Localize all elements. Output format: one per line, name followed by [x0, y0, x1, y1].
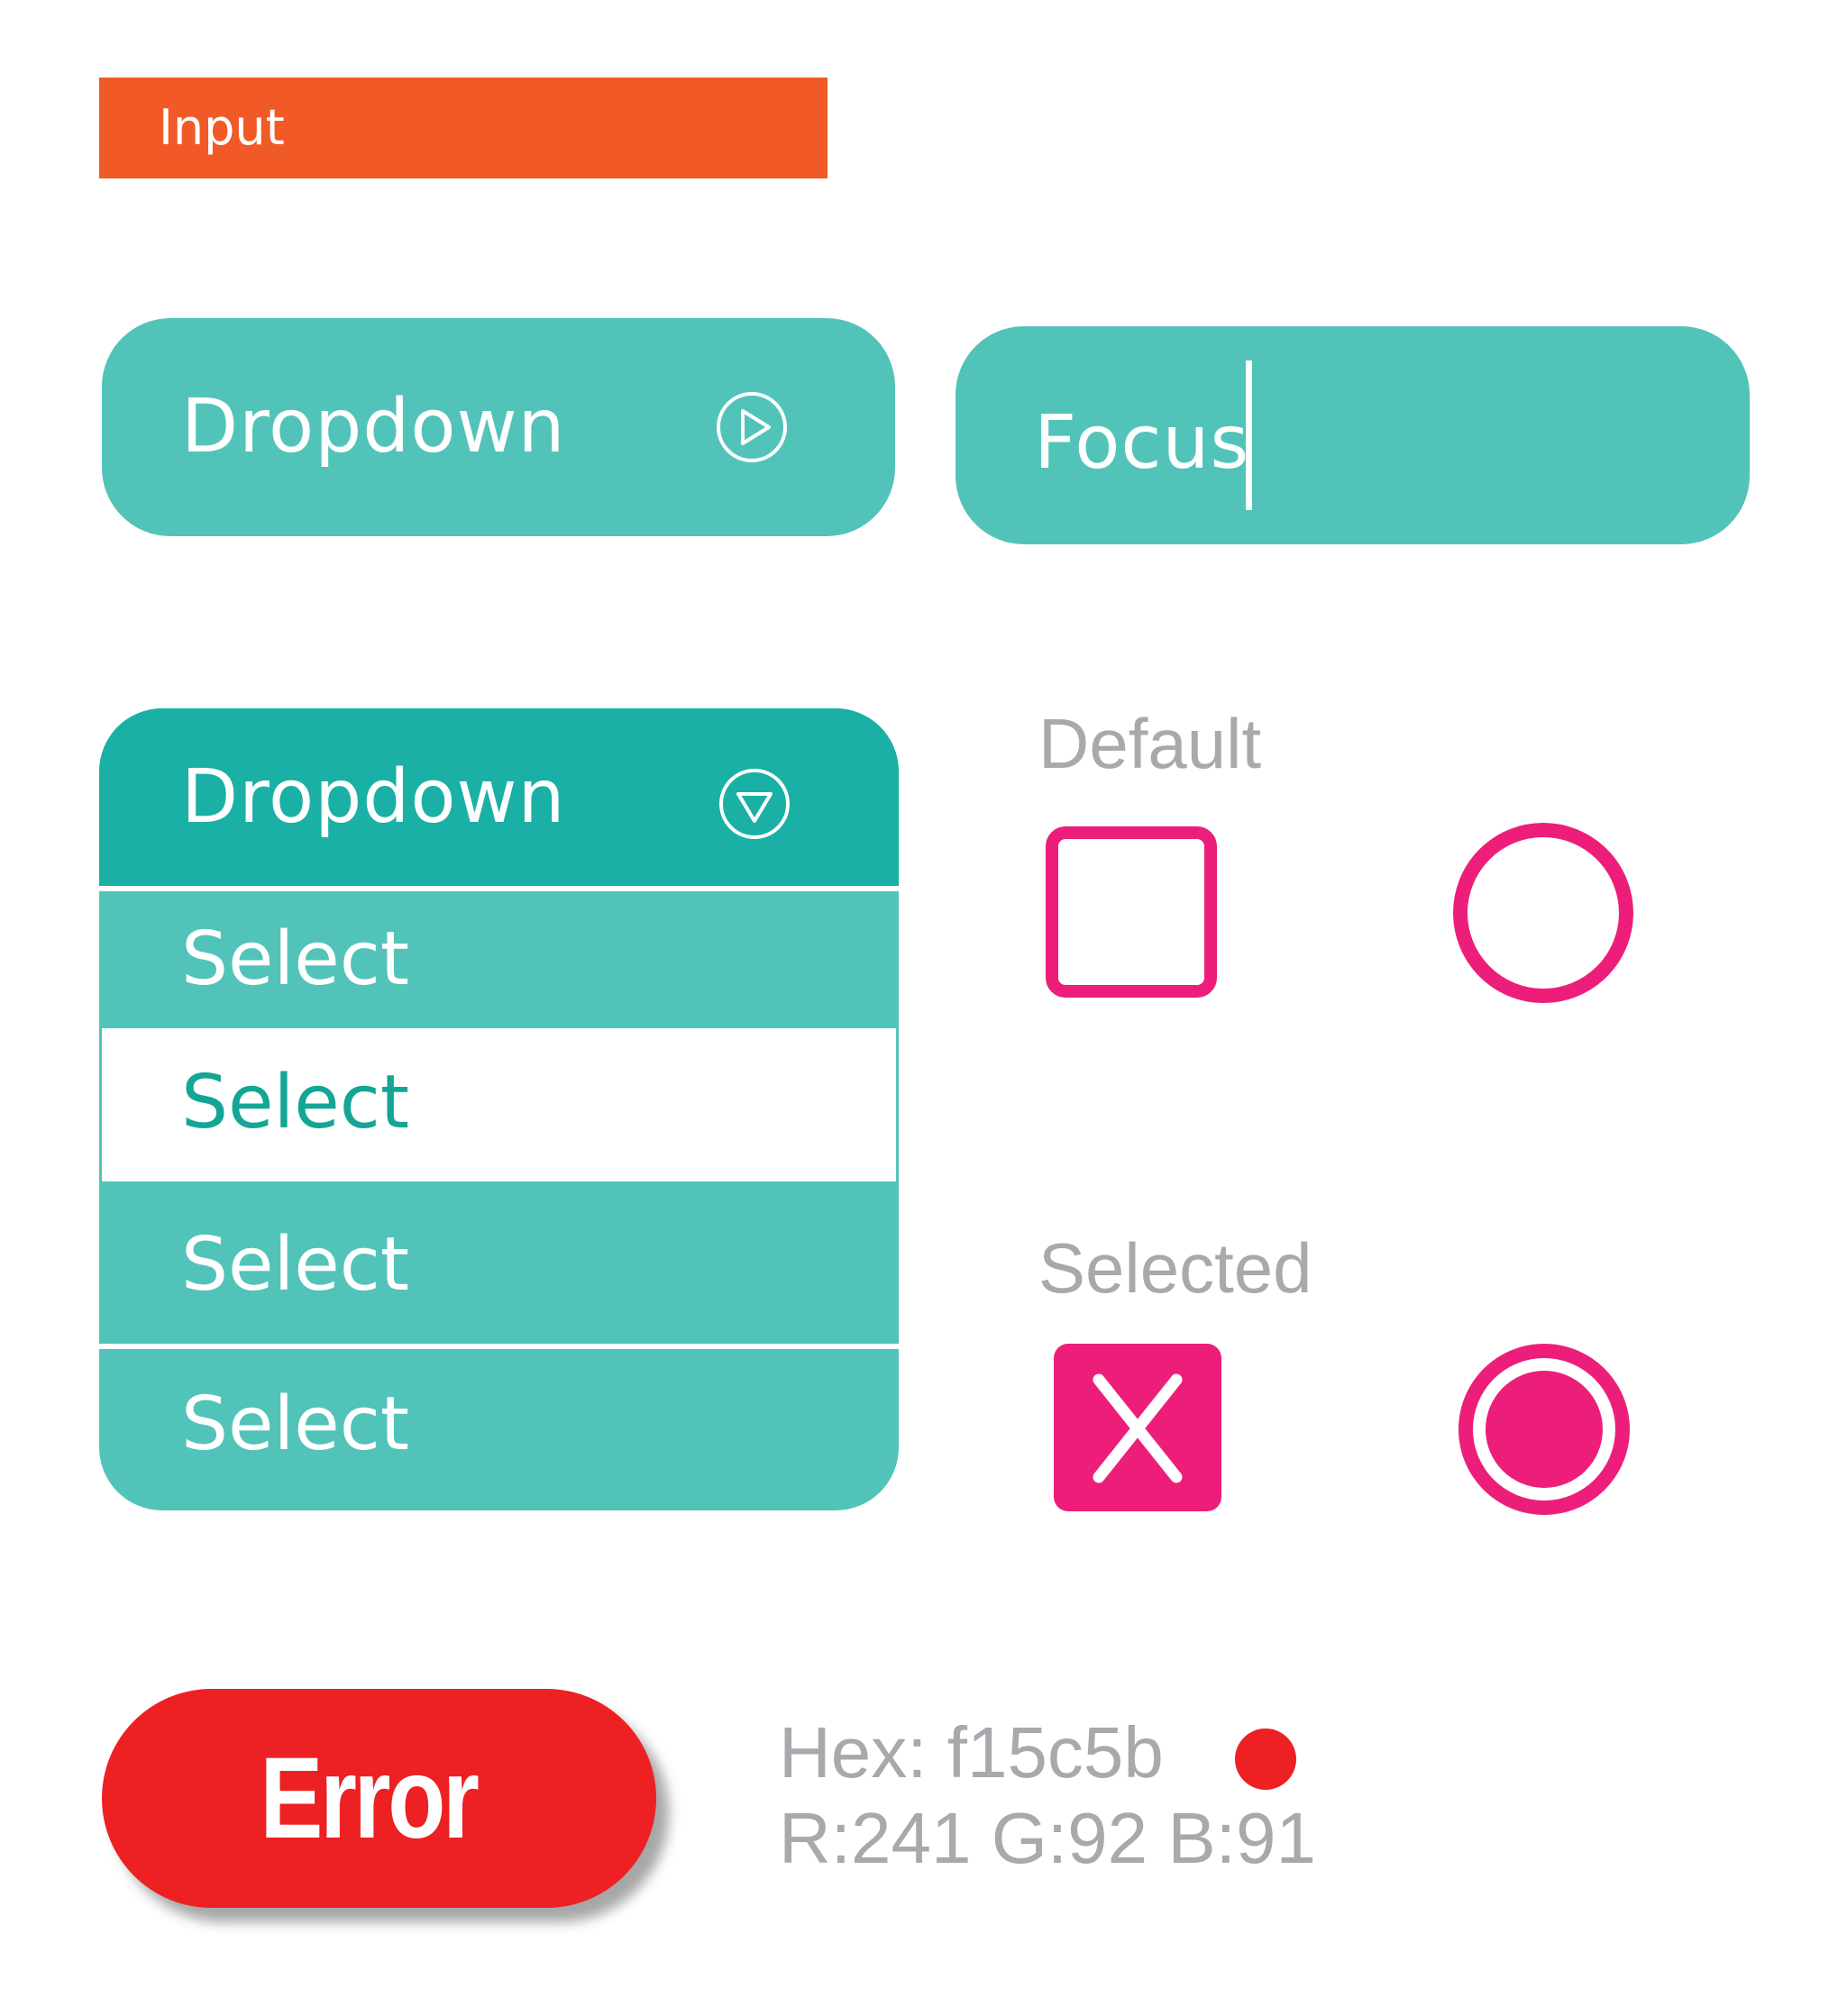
dropdown-option-label: Select [181, 917, 409, 1002]
chevron-down-circle-icon[interactable] [718, 767, 791, 841]
dropdown-label: Dropdown [181, 384, 566, 470]
dropdown-open-header[interactable]: Dropdown [99, 708, 899, 886]
radio-checked[interactable] [1458, 1344, 1630, 1515]
color-swatch [1235, 1729, 1296, 1790]
selected-label: Selected [1038, 1228, 1312, 1308]
radio-dot [1486, 1371, 1603, 1488]
section-header-input: Input [99, 78, 827, 178]
focus-input-field[interactable]: Focus [956, 326, 1750, 544]
text-cursor [1246, 360, 1252, 510]
dropdown-option-label: Select [181, 1382, 409, 1467]
dropdown-option-label: Select [181, 1060, 409, 1145]
error-button-label: Error [260, 1734, 480, 1863]
x-mark-icon [1093, 1373, 1183, 1483]
dropdown-option-highlighted[interactable]: Select [99, 1028, 899, 1181]
play-circle-icon[interactable] [715, 390, 789, 464]
radio-unchecked[interactable] [1453, 823, 1633, 1003]
focus-input-value: Focus [1034, 400, 1250, 486]
checkbox-checked[interactable] [1054, 1344, 1221, 1511]
error-button[interactable]: Error [102, 1689, 656, 1908]
dropdown-option[interactable]: Select [99, 1349, 899, 1510]
dropdown-option-label: Select [181, 1222, 409, 1308]
checkbox-unchecked[interactable] [1046, 826, 1217, 998]
dropdown-option[interactable]: Select [99, 891, 899, 1028]
dropdown-open-label: Dropdown [181, 754, 566, 840]
rgb-value: R:241 G:92 B:91 [779, 1798, 1316, 1878]
dropdown-option[interactable]: Select [99, 1181, 899, 1344]
hex-value: Hex: f15c5b [779, 1712, 1164, 1793]
default-label: Default [1038, 704, 1262, 783]
dropdown-open[interactable]: Dropdown Select Select Select Select [99, 708, 899, 1510]
